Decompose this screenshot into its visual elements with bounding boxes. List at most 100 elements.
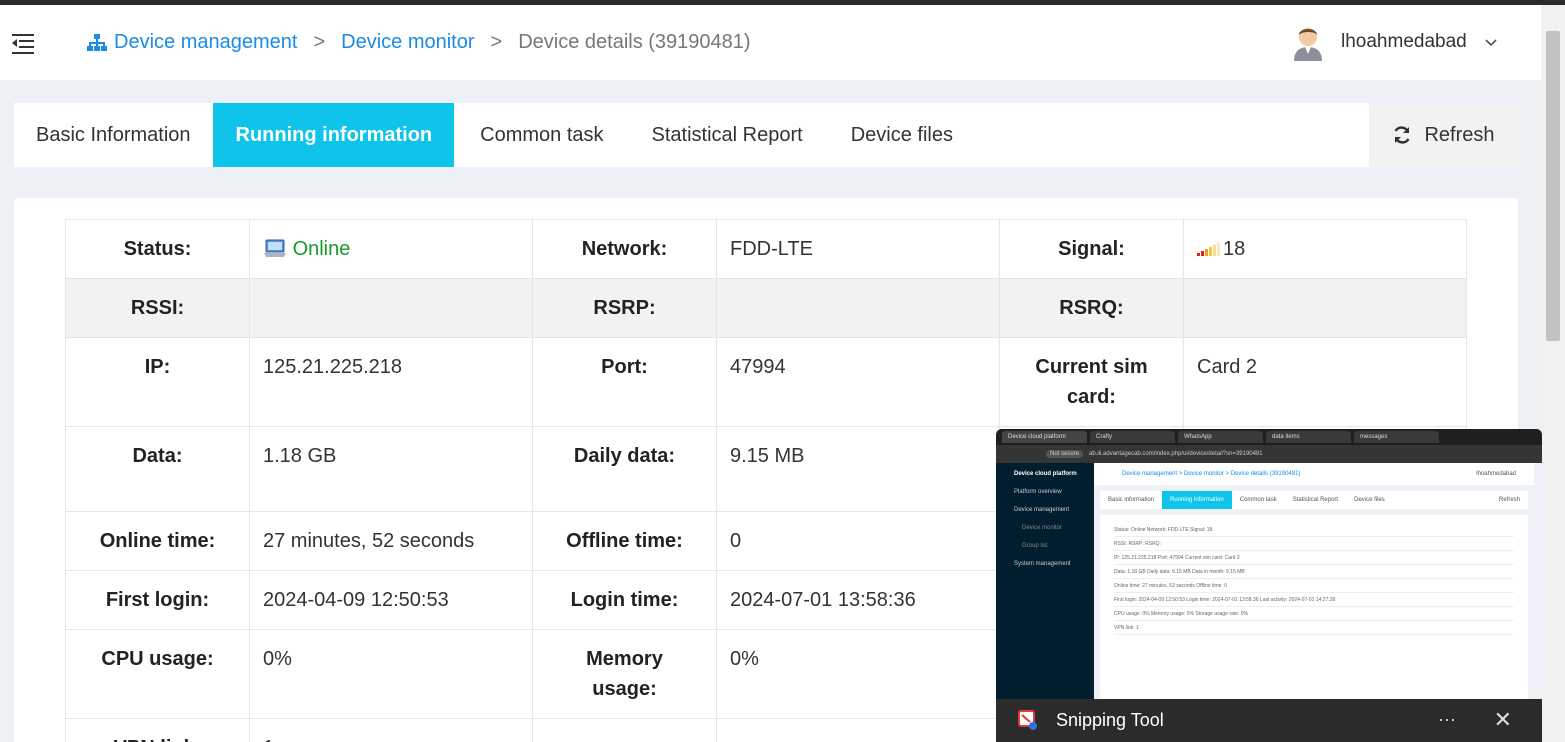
preview-browser-tabs: Device cloud platform Crafty WhatsApp da… xyxy=(996,429,1542,445)
cpu-usage-value: 0% xyxy=(249,629,533,719)
tab-basic-information[interactable]: Basic Information xyxy=(14,103,213,167)
port-value: 47994 xyxy=(716,337,1000,427)
network-label: Network: xyxy=(532,219,717,279)
close-icon[interactable]: ✕ xyxy=(1494,707,1512,733)
daily-data-value: 9.15 MB xyxy=(716,426,1000,512)
preview-user: lhoahmedabad xyxy=(1476,471,1516,477)
preview-tab: Device files xyxy=(1354,497,1385,503)
preview-browser-tab: Device cloud platform xyxy=(1002,431,1087,443)
data-label: Data: xyxy=(65,426,250,512)
preview-row: VPN link: 1 xyxy=(1114,621,1514,635)
rssi-label: RSSI: xyxy=(65,278,250,338)
user-name: lhoahmedabad xyxy=(1341,31,1467,52)
breadcrumb-separator: > xyxy=(490,31,503,53)
preview-url: ab.iii.advantagecab.com/index.php/ui/dev… xyxy=(1089,451,1263,457)
rsrp-label: RSRP: xyxy=(532,278,717,338)
network-value: FDD-LTE xyxy=(716,219,1000,279)
signal-label: Signal: xyxy=(999,219,1184,279)
empty-label xyxy=(532,718,717,742)
avatar xyxy=(1290,23,1326,61)
preview-header: Device management > Device monitor > Dev… xyxy=(1094,463,1534,485)
vpn-link-label: VPN link: xyxy=(65,718,250,742)
breadcrumb: Device management > Device monitor > Dev… xyxy=(86,31,751,54)
preview-row: IP: 125.21.225.218 Port: 47994 Current s… xyxy=(1114,551,1514,565)
snipping-tool-preview[interactable]: Device cloud platform Crafty WhatsApp da… xyxy=(996,429,1542,742)
tab-statistical-report[interactable]: Statistical Report xyxy=(626,103,825,167)
snipping-tool-icon xyxy=(1018,709,1040,732)
rssi-value xyxy=(249,278,533,338)
preview-browser-tab: messages xyxy=(1354,431,1439,443)
refresh-button[interactable]: Refresh xyxy=(1369,103,1518,167)
tab-device-files[interactable]: Device files xyxy=(825,103,975,167)
preview-tab: Basic information xyxy=(1108,497,1155,503)
signal-strength-icon xyxy=(1197,242,1221,256)
signal-value: 18 xyxy=(1223,238,1246,260)
port-label: Port: xyxy=(532,337,717,427)
status-label: Status: xyxy=(65,219,250,279)
preview-sidebar-title: Device cloud platform xyxy=(1014,471,1077,477)
preview-browser-tab: Crafty xyxy=(1090,431,1175,443)
status-value: Online xyxy=(292,238,351,260)
table-row: RSSI: RSRP: RSRQ: xyxy=(65,278,1467,338)
chevron-down-icon[interactable] xyxy=(1485,34,1497,50)
preview-main: Device management > Device monitor > Dev… xyxy=(1094,463,1534,699)
rsrp-value xyxy=(716,278,1000,338)
tab-common-task[interactable]: Common task xyxy=(454,103,625,167)
preview-row: CPU usage: 0% Memory usage: 0% Storage u… xyxy=(1114,607,1514,621)
preview-tabs: Basic information Running information Co… xyxy=(1100,491,1528,509)
refresh-label: Refresh xyxy=(1424,124,1495,146)
preview-table: Status: Online Network: FDD-LTE Signal: … xyxy=(1114,523,1514,635)
current-sim-value: Card 2 xyxy=(1183,337,1467,427)
preview-content: Status: Online Network: FDD-LTE Signal: … xyxy=(1100,515,1528,699)
ip-label: IP: xyxy=(65,337,250,427)
preview-row: First login: 2024-04-09 12:50:53 Login t… xyxy=(1114,593,1514,607)
breadcrumb-current: Device details (39190481) xyxy=(518,31,751,53)
login-time-label: Login time: xyxy=(532,570,717,630)
preview-page: Device cloud platform Platform overview … xyxy=(996,463,1542,699)
snipping-tool-bar: Snipping Tool ··· ✕ xyxy=(996,699,1542,742)
preview-sidebar-item: Platform overview xyxy=(1014,489,1062,495)
user-menu[interactable]: lhoahmedabad xyxy=(1290,23,1497,61)
preview-row: Online time: 27 minutes, 52 seconds Offl… xyxy=(1114,579,1514,593)
preview-row: RSSI: RSRP: RSRQ: xyxy=(1114,537,1514,551)
table-row: Status: Online Network: FDD-LTE Signal: xyxy=(65,219,1467,279)
daily-data-label: Daily data: xyxy=(532,426,717,512)
snipping-tool-title: Snipping Tool xyxy=(1056,710,1164,730)
more-options-icon[interactable]: ··· xyxy=(1438,709,1456,730)
online-time-label: Online time: xyxy=(65,511,250,571)
preview-url-tag: Not secure xyxy=(1046,450,1084,458)
breadcrumb-device-management[interactable]: Device management xyxy=(114,31,297,54)
preview-row: Status: Online Network: FDD-LTE Signal: … xyxy=(1114,523,1514,537)
preview-tab: Running information xyxy=(1162,491,1232,509)
first-login-value: 2024-04-09 12:50:53 xyxy=(249,570,533,630)
computer-icon xyxy=(263,238,293,260)
preview-tab: Statistical Report xyxy=(1292,497,1339,503)
preview-row: Data: 1.18 GB Daily data: 9.15 MB Data i… xyxy=(1114,565,1514,579)
first-login-label: First login: xyxy=(65,570,250,630)
preview-tab: Common task xyxy=(1239,497,1277,503)
scrollbar-thumb[interactable] xyxy=(1546,31,1560,341)
offline-time-label: Offline time: xyxy=(532,511,717,571)
memory-usage-value: 0% xyxy=(716,629,1000,719)
breadcrumb-device-monitor[interactable]: Device monitor xyxy=(341,31,474,54)
data-value: 1.18 GB xyxy=(249,426,533,512)
preview-browser-tab: data items xyxy=(1266,431,1351,443)
preview-sidebar: Device cloud platform Platform overview … xyxy=(996,463,1094,699)
menu-collapse-icon[interactable] xyxy=(12,32,36,54)
detail-tabs: Basic Information Running information Co… xyxy=(14,103,1518,167)
preview-sidebar-item: Group list xyxy=(1022,543,1048,549)
preview-browser-tab: WhatsApp xyxy=(1178,431,1263,443)
rsrq-value xyxy=(1183,278,1467,338)
rsrq-label: RSRQ: xyxy=(999,278,1184,338)
sitemap-icon xyxy=(86,33,108,53)
login-time-value: 2024-07-01 13:58:36 xyxy=(716,570,1000,630)
preview-refresh: Refresh xyxy=(1498,497,1520,503)
memory-usage-label: Memory usage: xyxy=(532,629,717,719)
offline-time-value: 0 xyxy=(716,511,1000,571)
preview-url-bar: Not secure ab.iii.advantagecab.com/index.… xyxy=(996,445,1542,463)
page-scrollbar[interactable] xyxy=(1541,5,1565,742)
breadcrumb-separator: > xyxy=(313,31,326,53)
current-sim-label: Current sim card: xyxy=(999,337,1184,427)
tab-running-information[interactable]: Running information xyxy=(212,103,455,167)
preview-sidebar-item: Device management xyxy=(1014,507,1070,513)
